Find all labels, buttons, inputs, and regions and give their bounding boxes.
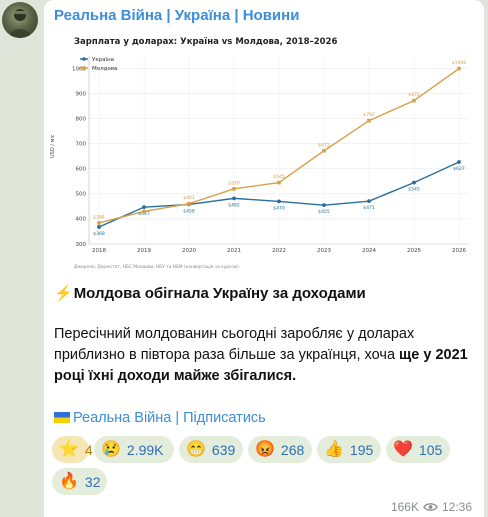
star-icon: ⭐ bbox=[59, 440, 79, 458]
data-label-moldova: $1000 bbox=[452, 60, 467, 66]
grinning-face-icon: 😁 bbox=[186, 440, 206, 458]
data-label-moldova: $545 bbox=[273, 174, 285, 180]
x-tick-label: 2025 bbox=[407, 248, 421, 254]
point-moldova bbox=[412, 98, 416, 103]
x-tick-label: 2018 bbox=[92, 248, 106, 254]
chart-image[interactable]: Зарплата у доларах: Україна vs Молдова, … bbox=[44, 28, 484, 274]
soldier-avatar-icon bbox=[9, 9, 31, 38]
crying-face-icon: 😢 bbox=[101, 440, 121, 458]
point-ukraine bbox=[142, 205, 146, 210]
point-moldova bbox=[367, 118, 371, 123]
y-tick-label: 900 bbox=[76, 91, 87, 97]
data-label-ukraine: $471 bbox=[363, 205, 375, 211]
data-label-ukraine: $545 bbox=[408, 187, 420, 193]
x-tick-label: 2021 bbox=[227, 248, 241, 254]
y-tick-label: 800 bbox=[76, 116, 87, 122]
data-label-moldova: $872 bbox=[408, 92, 420, 98]
point-moldova bbox=[322, 148, 326, 153]
post-headline: ⚡Молдова обігнала Україну за доходами bbox=[54, 285, 366, 302]
salary-line-chart: Зарплата у доларах: Україна vs Молдова, … bbox=[44, 28, 484, 274]
y-tick-label: 300 bbox=[76, 242, 87, 248]
x-tick-label: 2024 bbox=[362, 248, 376, 254]
x-tick-label: 2019 bbox=[137, 248, 151, 254]
x-tick-label: 2022 bbox=[272, 248, 286, 254]
thumbs-up-icon: 👍 bbox=[324, 440, 344, 458]
subscribe-link[interactable]: Підписатись bbox=[183, 410, 266, 426]
data-label-moldova: $520 bbox=[228, 180, 240, 186]
x-tick-label: 2026 bbox=[452, 248, 466, 254]
reaction-thumbs-up[interactable]: 👍 195 bbox=[317, 436, 381, 463]
legend-moldova: Молдова bbox=[92, 66, 117, 72]
post-body-text: Пересічний молдованин сьогодні заробляє … bbox=[54, 326, 415, 363]
point-moldova bbox=[457, 66, 461, 71]
message-time: 12:36 bbox=[441, 500, 472, 514]
data-label-moldova: $384 bbox=[93, 214, 105, 220]
reaction-angry[interactable]: 😡 268 bbox=[248, 436, 312, 463]
fire-icon: 🔥 bbox=[59, 472, 79, 490]
chart-title: Зарплата у доларах: Україна vs Молдова, … bbox=[74, 37, 338, 47]
data-label-moldova: $461 bbox=[183, 195, 195, 201]
channel-name[interactable]: Реальна Війна | Україна | Новини bbox=[54, 7, 299, 24]
angry-face-icon: 😡 bbox=[255, 440, 275, 458]
point-ukraine bbox=[457, 160, 461, 164]
y-tick-label: 500 bbox=[76, 192, 87, 198]
post-body: Пересічний молдованин сьогодні заробляє … bbox=[54, 324, 474, 387]
y-tick-label: 700 bbox=[76, 142, 87, 148]
point-ukraine bbox=[277, 199, 281, 204]
link-separator: | bbox=[175, 410, 180, 426]
y-axis-label: USD / міс bbox=[50, 134, 56, 158]
data-label-ukraine: $627 bbox=[453, 166, 465, 172]
data-label-ukraine: $470 bbox=[273, 205, 285, 211]
data-label-ukraine: $482 bbox=[228, 202, 240, 208]
data-label-ukraine: $455 bbox=[318, 209, 330, 215]
reaction-heart[interactable]: ❤️ 105 bbox=[386, 436, 450, 463]
y-tick-label: 400 bbox=[76, 217, 87, 223]
point-ukraine bbox=[322, 203, 326, 208]
ukraine-flag-icon bbox=[54, 412, 70, 423]
x-tick-label: 2020 bbox=[182, 248, 196, 254]
lightning-icon: ⚡ bbox=[54, 285, 73, 302]
point-moldova bbox=[232, 187, 236, 191]
reaction-fire[interactable]: 🔥 32 bbox=[52, 468, 107, 495]
view-count: 166K bbox=[390, 500, 419, 514]
point-moldova bbox=[97, 221, 101, 225]
message-meta: 166K 12:36 bbox=[391, 500, 472, 514]
data-label-ukraine: $458 bbox=[183, 208, 195, 214]
data-label-moldova: $672 bbox=[318, 142, 330, 148]
channel-link[interactable]: Реальна Війна bbox=[73, 410, 171, 426]
channel-avatar[interactable] bbox=[2, 2, 38, 38]
reaction-crying[interactable]: 😢 2.99K bbox=[94, 436, 174, 463]
point-ukraine bbox=[232, 196, 236, 201]
post-footer-links: Реальна Війна | Підписатись bbox=[54, 410, 266, 426]
message-bubble: Реальна Війна | Україна | Новини Зарплат… bbox=[44, 0, 484, 517]
point-ukraine bbox=[412, 180, 416, 185]
data-label-moldova: $792 bbox=[363, 112, 375, 118]
chart-source: Джерело: Держстат, НБС Молдови, НБУ та Н… bbox=[74, 264, 239, 270]
data-label-ukraine: $368 bbox=[93, 231, 105, 237]
eye-icon bbox=[423, 503, 438, 511]
point-moldova bbox=[142, 209, 146, 214]
heart-icon: ❤️ bbox=[393, 440, 413, 458]
x-tick-label: 2023 bbox=[317, 248, 331, 254]
point-ukraine bbox=[367, 199, 371, 204]
point-ukraine bbox=[97, 225, 101, 229]
legend-ukraine: Україна bbox=[92, 57, 114, 63]
point-moldova bbox=[277, 180, 281, 185]
reaction-grin[interactable]: 😁 639 bbox=[179, 436, 243, 463]
y-tick-label: 600 bbox=[76, 167, 87, 173]
reaction-star[interactable]: ⭐ 4 bbox=[52, 436, 93, 463]
point-moldova bbox=[187, 201, 191, 206]
